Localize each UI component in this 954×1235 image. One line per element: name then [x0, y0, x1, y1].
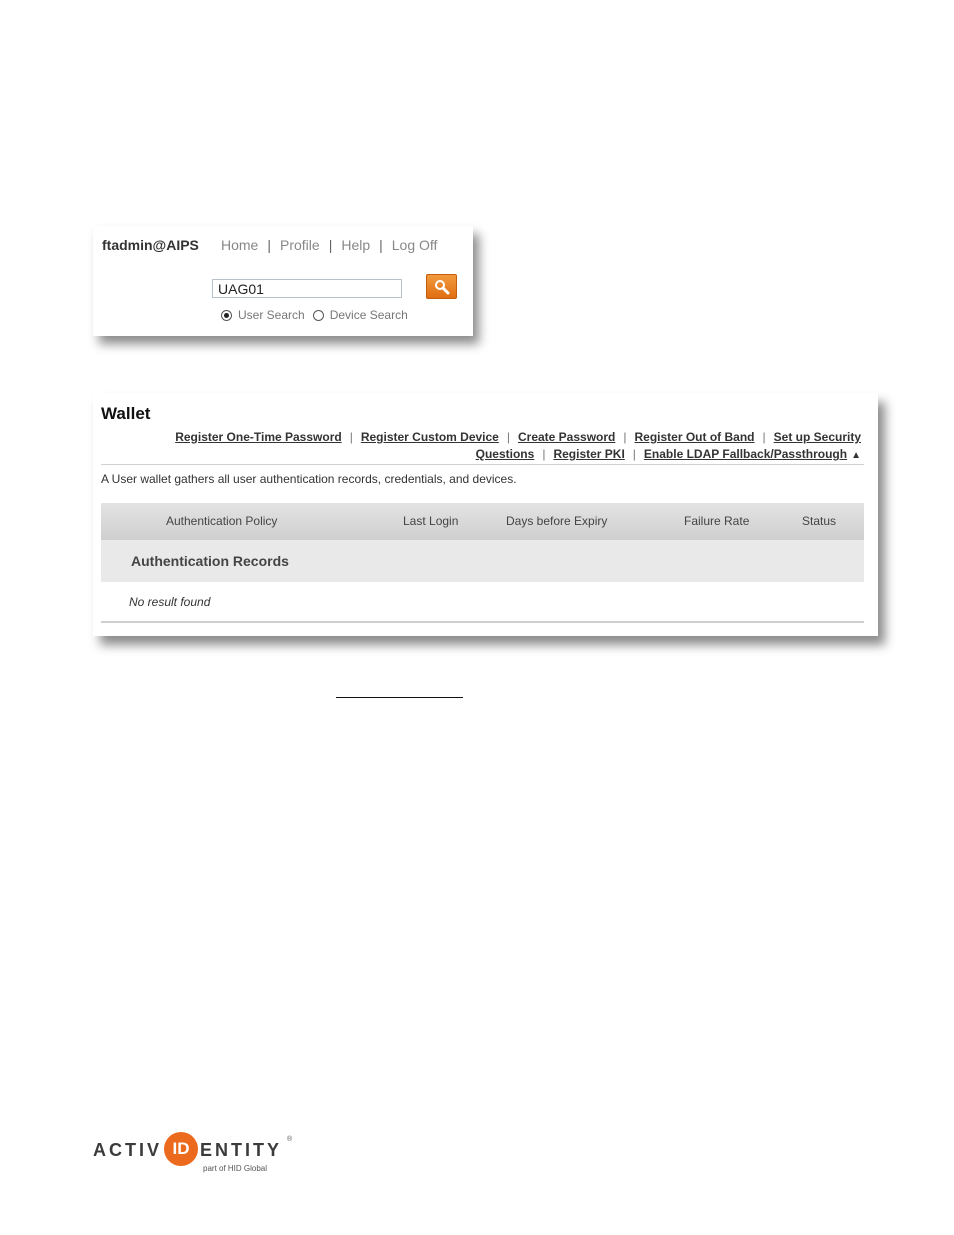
- wallet-description: A User wallet gathers all user authentic…: [101, 472, 517, 486]
- table-row: No result found: [101, 582, 864, 620]
- enable-ldap-fallback-link[interactable]: Enable LDAP Fallback/Passthrough: [644, 447, 847, 461]
- nav-help-link[interactable]: Help: [341, 237, 370, 253]
- nav-separator: |: [267, 237, 271, 253]
- register-custom-device-link[interactable]: Register Custom Device: [361, 430, 499, 444]
- nav-separator: |: [379, 237, 383, 253]
- register-pki-link[interactable]: Register PKI: [553, 447, 624, 461]
- logo-text-right: ENTITY: [200, 1140, 283, 1160]
- empty-result-text: No result found: [129, 595, 211, 609]
- nav-home-link[interactable]: Home: [221, 237, 258, 253]
- register-otp-link[interactable]: Register One-Time Password: [175, 430, 342, 444]
- column-last-login[interactable]: Last Login: [403, 514, 458, 528]
- create-password-link[interactable]: Create Password: [518, 430, 615, 444]
- search-button[interactable]: [426, 274, 457, 299]
- setup-security-questions-link[interactable]: Set up Security: [774, 430, 861, 444]
- register-out-of-band-link[interactable]: Register Out of Band: [635, 430, 755, 444]
- decorative-underline: [336, 697, 463, 698]
- search-panel: ftadmin@AIPS Home | Profile | Help | Log Off U…: [93, 226, 473, 336]
- action-separator: |: [349, 430, 353, 444]
- table-header: Authentication Policy Last Login Days be…: [101, 503, 864, 540]
- section-row: Authentication Records: [101, 540, 864, 582]
- wallet-title: Wallet: [101, 404, 151, 423]
- device-search-radio[interactable]: [312, 309, 324, 321]
- table-bottom-rule: [101, 621, 864, 623]
- nav-logoff-link[interactable]: Log Off: [392, 237, 438, 253]
- user-search-radio[interactable]: [221, 309, 232, 321]
- nav-separator: |: [328, 237, 333, 253]
- nav-profile-link[interactable]: Profile: [280, 237, 320, 253]
- action-separator: |: [542, 447, 546, 461]
- current-user-label: ftadmin@AIPS: [102, 237, 199, 253]
- action-separator: |: [506, 430, 510, 444]
- action-separator: |: [762, 430, 766, 444]
- wallet-actions-line-1: Register One-Time Password | Register Cust…: [101, 429, 861, 446]
- column-status[interactable]: Status: [802, 514, 836, 528]
- logo-tagline: part of HID Global: [203, 1164, 268, 1173]
- column-failure-rate[interactable]: Failure Rate: [684, 514, 749, 528]
- wallet-panel: Wallet Register One-Time Password | Regist…: [93, 393, 878, 636]
- collapse-arrow-icon[interactable]: ▲: [851, 450, 861, 461]
- wallet-actions-line-2: Questions | Register PKI | Enable LDAP Fallb…: [101, 446, 861, 464]
- device-search-label[interactable]: Device Search: [330, 308, 408, 322]
- setup-security-questions-link-cont[interactable]: Questions: [476, 447, 535, 461]
- authentication-records-label: Authentication Records: [131, 553, 289, 569]
- wallet-actions: Register One-Time Password | Register Cust…: [101, 429, 861, 464]
- action-separator: |: [623, 430, 627, 444]
- logo-text-id: ID: [172, 1139, 190, 1158]
- action-separator: |: [632, 447, 636, 461]
- actividentity-logo: ACTIV ID ENTITY ® part of HID Global: [93, 1132, 303, 1177]
- search-type-options: User Search Device Search: [221, 308, 416, 322]
- column-authentication-policy[interactable]: Authentication Policy: [166, 514, 277, 528]
- search-icon: [435, 280, 450, 295]
- user-search-label[interactable]: User Search: [238, 308, 305, 322]
- search-input[interactable]: [212, 279, 402, 298]
- column-days-before-expiry[interactable]: Days before Expiry: [506, 514, 607, 528]
- actions-divider: [101, 464, 864, 465]
- logo-registered-mark: ®: [287, 1136, 293, 1143]
- logo-text-left: ACTIV: [93, 1140, 162, 1160]
- top-navigation: Home | Profile | Help | Log Off: [221, 237, 437, 253]
